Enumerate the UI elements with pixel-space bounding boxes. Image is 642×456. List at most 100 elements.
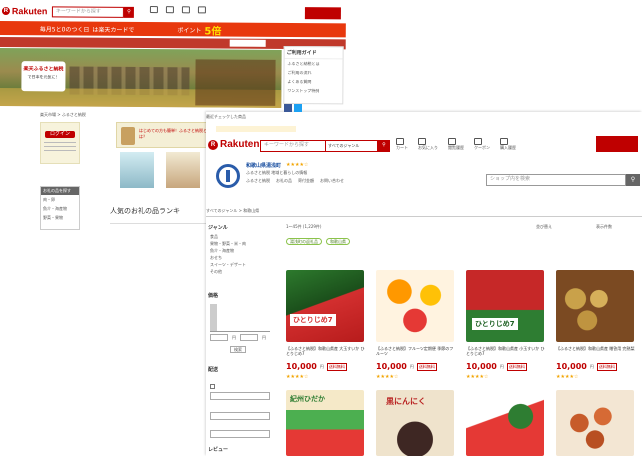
- history-icon[interactable]: [181, 6, 190, 14]
- promo-banner[interactable]: はじめての方も簡単！ふるさと納税とは？: [116, 122, 210, 148]
- promo-product-1[interactable]: [120, 152, 154, 188]
- front-breadcrumb[interactable]: すべてのジャンル > 和歌山県: [206, 208, 259, 213]
- header-icon-label: 購入履歴: [500, 145, 516, 150]
- front-top-note[interactable]: 最近チェックした商品: [206, 114, 246, 119]
- product-image[interactable]: [556, 270, 634, 342]
- product-image[interactable]: 紀州ひだか: [286, 390, 364, 456]
- shop-name[interactable]: 和歌山県湯浅町: [246, 162, 281, 169]
- product-image[interactable]: [376, 270, 454, 342]
- ranking-divider: [110, 223, 210, 224]
- front-header-icons: カート お気に入り 閲覧履歴 クーポン 購入履歴: [396, 138, 516, 150]
- front-search-button[interactable]: ⚲: [378, 140, 390, 152]
- genre-item[interactable]: スイーツ・デザート: [210, 262, 276, 267]
- furusato-badge[interactable]: 楽天ふるさと納税 で日本を元気に！: [21, 61, 66, 92]
- price-histogram: [210, 304, 270, 332]
- shop-menu-item[interactable]: お問い合わせ: [320, 178, 344, 183]
- social-icons: [284, 104, 302, 112]
- promo-product-2[interactable]: [166, 152, 200, 188]
- product-image[interactable]: 黒にんにく: [376, 390, 454, 456]
- shop-search-button[interactable]: ⚲: [626, 174, 640, 186]
- genre-item[interactable]: その他: [210, 269, 276, 274]
- product-image[interactable]: [556, 390, 634, 456]
- help-item[interactable]: ワンストップ特例: [284, 86, 342, 95]
- back-search-button[interactable]: ⚲: [123, 6, 134, 18]
- help-item[interactable]: ふるさと納税とは: [285, 59, 343, 68]
- product-caption[interactable]: 【ふるさと納税】和歌山県産 大玉すいか ひとりじめ7: [286, 346, 366, 356]
- header-icon-history[interactable]: 閲覧履歴: [448, 138, 464, 150]
- back-header-banner[interactable]: [304, 7, 341, 20]
- category-item[interactable]: 野菜・果物: [41, 213, 79, 222]
- shop-menu-item[interactable]: ふるさと納税: [246, 178, 270, 183]
- genre-item[interactable]: 魚介・海産物: [210, 248, 276, 253]
- help-item[interactable]: ご利用の流れ: [284, 68, 342, 77]
- product-caption[interactable]: 【ふるさと納税】和歌山県産 贈答用 完熟梨: [556, 346, 636, 351]
- front-notice-bar[interactable]: [216, 126, 296, 132]
- price-to-input[interactable]: [240, 334, 258, 341]
- product-price-row: 10,000 円送料無料: [556, 362, 617, 371]
- product-rating-stars: ★★★★☆: [376, 374, 399, 380]
- filter-tags: 湯浅町の返礼品 和歌山県: [286, 238, 350, 245]
- ranking-title: 人気のお礼の品ランキ: [110, 207, 180, 215]
- back-logo[interactable]: R Rakuten: [1, 6, 47, 16]
- header-icon-cart[interactable]: カート: [396, 138, 408, 150]
- front-logo[interactable]: R Rakuten: [208, 139, 259, 150]
- shop-search-input[interactable]: ショップ内を検索: [486, 174, 626, 186]
- promo-text: はじめての方も簡単！ふるさと納税とは？: [139, 128, 207, 139]
- front-header-banner[interactable]: [596, 136, 638, 152]
- cart-icon[interactable]: [149, 6, 158, 14]
- filter-select-3[interactable]: [210, 430, 270, 438]
- product-image[interactable]: [466, 390, 544, 456]
- filter-select-1[interactable]: [210, 392, 270, 400]
- front-search-input[interactable]: キーワードから探す: [260, 140, 326, 152]
- product-image-label: 紀州ひだか: [290, 395, 325, 403]
- category-select-label: すべてのジャンル: [328, 143, 360, 148]
- product-image[interactable]: ひとりじめ7: [466, 270, 544, 342]
- header-icon-orders[interactable]: 購入履歴: [500, 138, 516, 150]
- filter-select-2[interactable]: [210, 412, 270, 420]
- free-shipping-badge: 送料無料: [596, 362, 617, 371]
- campaign-text: 毎月5と0のつく日: [39, 25, 90, 34]
- back-campaign-bar[interactable]: 毎月5と0のつく日 は楽天カードで ポイント 5倍: [0, 20, 346, 38]
- product-image-label: ひとりじめ7: [472, 318, 518, 330]
- front-page: 最近チェックした商品 R Rakuten キーワードから探す すべてのジャンル ⚲…: [206, 104, 642, 456]
- back-breadcrumb[interactable]: 楽天市場 > ふるさと納税: [40, 112, 86, 117]
- category-item[interactable]: 魚介・海産物: [41, 204, 79, 213]
- back-search-input[interactable]: キーワードから探す: [51, 6, 124, 18]
- campaign-sub: は楽天カードで: [92, 26, 135, 34]
- category-item[interactable]: 肉・卵: [41, 195, 79, 204]
- genre-item[interactable]: おせち: [210, 255, 276, 260]
- help-item[interactable]: よくある質問: [284, 77, 342, 86]
- twitter-icon[interactable]: [294, 104, 302, 112]
- product-caption[interactable]: 【ふるさと納税】和歌山県産 小玉すいか ひとりじめ7: [466, 346, 546, 356]
- coupon-icon[interactable]: [197, 6, 206, 14]
- genre-item[interactable]: 食品: [210, 234, 276, 239]
- price-search-button[interactable]: 検索: [230, 346, 246, 353]
- free-shipping-badge: 送料無料: [416, 362, 437, 371]
- favorite-icon[interactable]: [165, 6, 174, 14]
- facebook-icon[interactable]: [284, 104, 292, 112]
- shipping-checkbox[interactable]: [210, 384, 215, 389]
- filter-tag[interactable]: 和歌山県: [326, 238, 350, 245]
- help-guide: ご利用ガイド ふるさと納税とは ご利用の流れ よくある質問 ワンストップ特例: [283, 45, 344, 105]
- view-count-label[interactable]: 表示件数: [596, 224, 612, 229]
- product-caption[interactable]: 【ふるさと納税】フルーツ定期便 季節のフルーツ: [376, 346, 456, 356]
- product-price: 10,000: [556, 362, 587, 371]
- front-category-select[interactable]: すべてのジャンル: [326, 140, 378, 152]
- shop-menu-item[interactable]: 寄付金額: [298, 178, 314, 183]
- header-icon-favorite[interactable]: お気に入り: [418, 138, 438, 150]
- shop-sub: ふるさと納税 地域と暮らしの情報: [246, 170, 308, 175]
- filter-tag[interactable]: 湯浅町の返礼品: [286, 238, 322, 245]
- result-count: 1～45件 (1,229件): [286, 224, 322, 229]
- header-icon-coupon[interactable]: クーポン: [474, 138, 490, 150]
- header-icon-label: お気に入り: [418, 145, 438, 150]
- login-button[interactable]: ログイン: [45, 131, 75, 138]
- product-image[interactable]: ひとりじめ7: [286, 270, 364, 342]
- product-rating-stars: ★★★★☆: [286, 374, 309, 380]
- shop-menu-item[interactable]: お礼の品: [276, 178, 292, 183]
- shop-emblem-icon[interactable]: [216, 164, 240, 188]
- price-from-input[interactable]: [210, 334, 228, 341]
- back-nav-search[interactable]: [229, 39, 266, 47]
- clock-icon: [448, 138, 456, 145]
- genre-item[interactable]: 果物・野菜・米・肉: [210, 241, 276, 246]
- sort-label[interactable]: 並び替え: [536, 224, 552, 229]
